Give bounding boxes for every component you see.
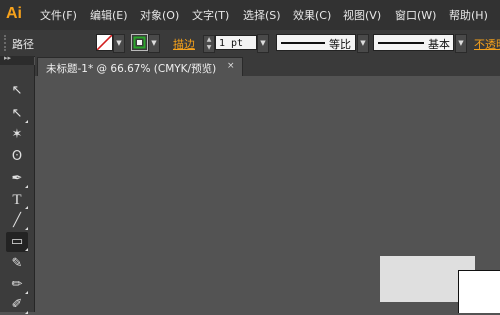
profile-dropdown-arrow[interactable]: ▼ — [357, 34, 369, 53]
brush-label: 基本 — [428, 38, 450, 51]
menu-edit[interactable]: 编辑(E) — [90, 7, 128, 23]
menu-effect[interactable]: 效果(C) — [293, 7, 331, 23]
close-tab-icon[interactable]: × — [227, 61, 235, 71]
artboard[interactable] — [458, 270, 500, 313]
profile-label: 等比 — [329, 38, 351, 51]
collapse-toolbox-icon[interactable]: ▸▸ — [4, 54, 11, 62]
paintbrush-tool-icon[interactable]: ✎ — [6, 254, 28, 274]
opacity-panel-link[interactable]: 不透明 — [474, 36, 500, 52]
blob-brush-tool-icon[interactable]: ✐ — [6, 295, 28, 315]
none-color-icon — [96, 34, 113, 51]
menu-bar: Ai 文件(F) 编辑(E) 对象(O) 文字(T) 选择(S) 效果(C) 视… — [0, 0, 500, 30]
stroke-weight-field[interactable]: 1 pt — [215, 35, 257, 50]
fill-dropdown-arrow[interactable]: ▼ — [113, 34, 125, 53]
app-logo: Ai — [6, 5, 22, 22]
toolbox: ↖ ↖ ✶ ʘ ✒ T ╱ ▭ ✎ ✏ ✐ — [0, 65, 35, 315]
menu-view[interactable]: 视图(V) — [343, 7, 381, 23]
magic-wand-tool-icon[interactable]: ✶ — [6, 125, 28, 145]
pencil-tool-icon[interactable]: ✏ — [6, 275, 28, 295]
brush-dropdown-arrow[interactable]: ▼ — [455, 34, 467, 53]
menu-help[interactable]: 帮助(H) — [449, 7, 488, 23]
menu-window[interactable]: 窗口(W) — [395, 7, 436, 23]
stroke-weight-dropdown[interactable]: ▼ — [257, 34, 269, 53]
selection-tool-icon[interactable]: ↖ — [6, 81, 28, 101]
stroke-swatch[interactable] — [131, 34, 148, 51]
lasso-tool-icon[interactable]: ʘ — [6, 147, 28, 167]
control-bar-grip[interactable] — [4, 35, 9, 51]
selection-type-label: 路径 — [12, 38, 34, 51]
pen-tool-icon[interactable]: ✒ — [6, 169, 28, 189]
stroke-color-icon — [133, 36, 146, 49]
fill-swatch[interactable] — [96, 34, 113, 51]
menu-object[interactable]: 对象(O) — [140, 7, 179, 23]
menu-file[interactable]: 文件(F) — [40, 7, 77, 23]
direct-selection-tool-icon[interactable]: ↖ — [6, 104, 28, 124]
profile-preview-line — [281, 42, 325, 44]
document-tab[interactable]: 未标题-1* @ 66.67% (CMYK/预览) × — [37, 57, 243, 77]
type-tool-icon[interactable]: T — [6, 190, 28, 210]
brush-definition[interactable]: 基本 — [373, 34, 454, 51]
menu-type[interactable]: 文字(T) — [192, 7, 229, 23]
document-tab-title: 未标题-1* @ 66.67% (CMYK/预览) — [46, 63, 217, 75]
variable-width-profile[interactable]: 等比 — [276, 34, 356, 51]
stroke-weight-spinner[interactable]: ▲ ▼ — [203, 35, 215, 53]
stroke-dropdown-arrow[interactable]: ▼ — [148, 34, 160, 53]
stroke-panel-link[interactable]: 描边 — [173, 36, 195, 52]
brush-preview-line — [378, 42, 424, 44]
menu-select[interactable]: 选择(S) — [243, 7, 281, 23]
toolbox-header[interactable]: ▸▸ — [0, 54, 34, 65]
control-bar: 路径 ▼ ▼ 描边 ▲▼ 1 pt ▼ 等比 ▼ 基本 ▼ 不透明 — [0, 30, 500, 57]
rectangle-tool-icon[interactable]: ▭ — [6, 232, 28, 252]
line-segment-tool-icon[interactable]: ╱ — [6, 211, 28, 231]
